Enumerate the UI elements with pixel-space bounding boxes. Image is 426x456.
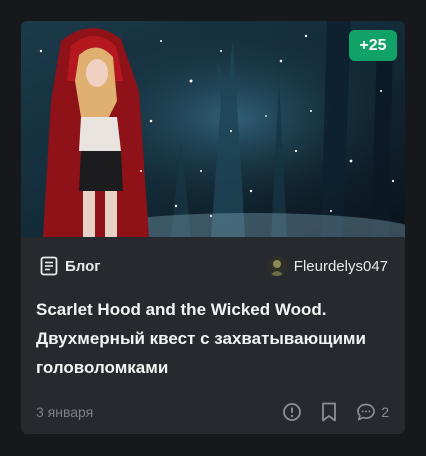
comments-count: 2 [381, 404, 389, 420]
post-meta: Блог Fleurdelys047 [21, 237, 405, 295]
post-actions: 2 [282, 402, 389, 422]
author-link[interactable]: Fleurdelys047 [266, 256, 388, 276]
cover-image[interactable]: +25 [21, 21, 405, 237]
post-title[interactable]: Scarlet Hood and the Wicked Wood. Двухме… [36, 295, 366, 382]
bookmark-button[interactable] [320, 402, 338, 422]
author-name: Fleurdelys047 [293, 257, 388, 275]
bookmark-icon [320, 402, 338, 422]
document-icon [40, 256, 58, 276]
category-label: Блог [65, 257, 101, 275]
post-footer: 3 января 2 [36, 398, 389, 426]
cover-artwork [21, 21, 405, 237]
rating-badge: +25 [349, 30, 397, 61]
avatar [266, 256, 287, 276]
comments-button[interactable]: 2 [356, 402, 389, 422]
exclamation-circle-icon [282, 402, 302, 422]
post-card[interactable]: +25 Блог Fleurdelys047 Scarlet Hood and … [21, 21, 405, 434]
post-date: 3 января [36, 404, 94, 420]
category-link[interactable]: Блог [40, 256, 101, 276]
report-button[interactable] [282, 402, 302, 422]
comment-icon [356, 402, 376, 422]
